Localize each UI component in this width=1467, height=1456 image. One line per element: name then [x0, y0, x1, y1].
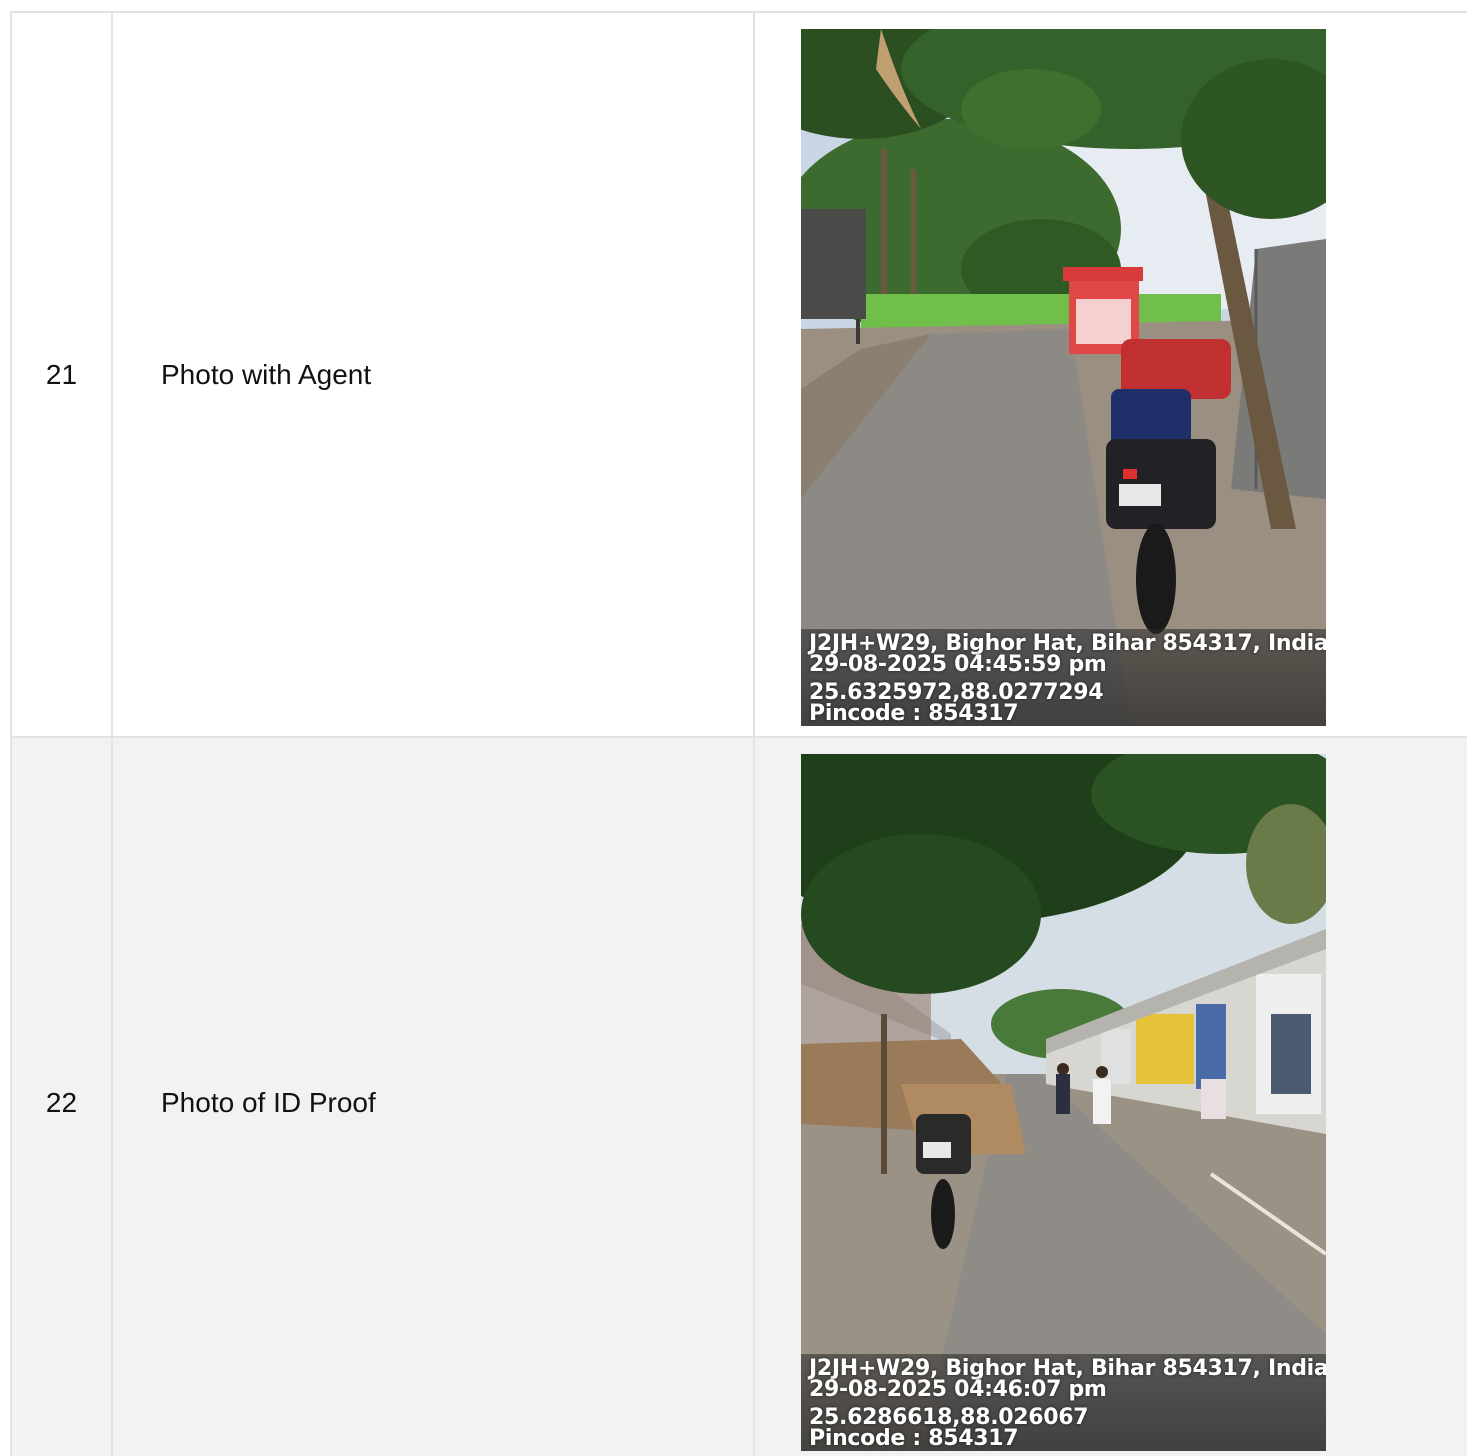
row-number: 22 [10, 736, 113, 1456]
market-street-image [801, 754, 1326, 1451]
geotag-address: J2JH+W29, Bighor Hat, Bihar 854317, Indi… [809, 1356, 1326, 1381]
geotagged-photo[interactable]: J2JH+W29, Bighor Hat, Bihar 854317, Indi… [801, 29, 1326, 726]
geotag-pincode: Pincode : 854317 [809, 701, 1019, 726]
geotagged-photo[interactable]: J2JH+W29, Bighor Hat, Bihar 854317, Indi… [801, 754, 1326, 1451]
photo-cell: J2JH+W29, Bighor Hat, Bihar 854317, Indi… [753, 11, 1467, 738]
photo-geotag-caption: J2JH+W29, Bighor Hat, Bihar 854317, Indi… [801, 1354, 1326, 1451]
geotag-timestamp: 29-08-2025 04:45:59 pm [809, 652, 1107, 677]
street-scene-image [801, 29, 1326, 726]
geotag-coordinates: 25.6286618,88.026067 [809, 1405, 1089, 1430]
geotag-pincode: Pincode : 854317 [809, 1426, 1019, 1451]
row-number: 21 [10, 11, 113, 738]
report-page: 21 Photo with Agent J2JH+W29, Bighor Hat… [0, 0, 1467, 1456]
row-label: Photo with Agent [111, 11, 755, 738]
geotag-address: J2JH+W29, Bighor Hat, Bihar 854317, Indi… [809, 631, 1326, 656]
table-row: 21 Photo with Agent J2JH+W29, Bighor Hat… [10, 11, 1467, 738]
photo-table: 21 Photo with Agent J2JH+W29, Bighor Hat… [10, 11, 1467, 1456]
photo-geotag-caption: J2JH+W29, Bighor Hat, Bihar 854317, Indi… [801, 629, 1326, 726]
photo-cell: J2JH+W29, Bighor Hat, Bihar 854317, Indi… [753, 736, 1467, 1456]
row-label: Photo of ID Proof [111, 736, 755, 1456]
geotag-timestamp: 29-08-2025 04:46:07 pm [809, 1377, 1107, 1402]
table-row: 22 Photo of ID Proof J2JH+W29, Bighor Ha… [10, 736, 1467, 1456]
geotag-coordinates: 25.6325972,88.0277294 [809, 680, 1104, 705]
